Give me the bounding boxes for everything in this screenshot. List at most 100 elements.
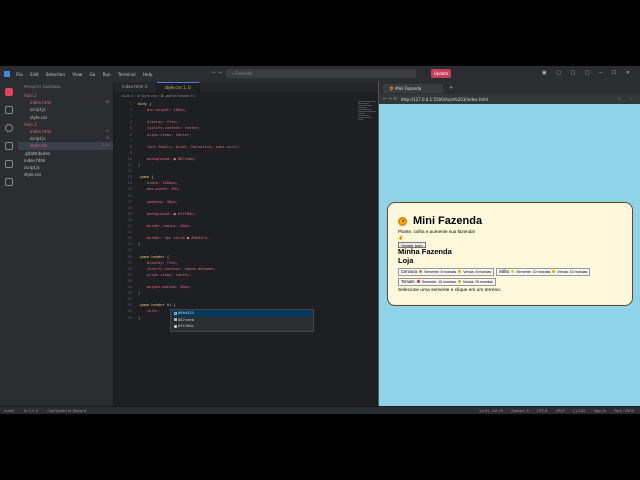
minimap[interactable] — [358, 100, 376, 160]
file-label: .gitattributes — [24, 150, 51, 156]
code-line[interactable]: 20 — [114, 218, 374, 224]
line-text: } — [138, 315, 141, 320]
menu-go[interactable]: Go — [90, 72, 96, 77]
browser-menu-icons[interactable]: ☆ ⋮ — [617, 97, 636, 102]
menu-file[interactable]: File — [16, 72, 23, 77]
url-field[interactable]: http://127.0.0.1:5500/Aula%203/index.htm… — [401, 97, 488, 102]
file-tree-item[interactable]: script.js U — [18, 135, 113, 142]
menu-terminal[interactable]: Terminal — [118, 72, 136, 77]
command-center-search[interactable]: ⌕ Fazenda — [226, 69, 416, 78]
search-icon[interactable] — [5, 106, 13, 114]
code-line[interactable]: 8 font-family: Arial, Helvetica, sans-se… — [114, 145, 374, 151]
branch-status[interactable]: main* — [4, 409, 15, 413]
breadcrumb[interactable]: Aula 3 › # style.css › ✿ .game-header h1 — [114, 92, 378, 100]
code-line[interactable]: 5 justify-content: center; — [114, 126, 374, 132]
code-line[interactable]: 17 padding: 30px; — [114, 200, 374, 206]
live-server-port[interactable]: Port : 5500 — [614, 409, 634, 413]
file-label: style.css — [30, 143, 48, 149]
forward-icon[interactable]: → — [388, 97, 392, 102]
code-line[interactable]: 15 max-width: 90%; — [114, 187, 374, 193]
code-line[interactable]: 21 border-radius: 20px; — [114, 224, 374, 230]
menu-run[interactable]: Run — [103, 72, 111, 77]
code-line[interactable]: 3 — [114, 114, 374, 120]
file-tree-item[interactable]: .gitattributes — [18, 150, 113, 157]
line-ending[interactable]: CRLF — [556, 409, 565, 413]
discord-status[interactable]: Connected to Discord — [47, 409, 86, 413]
line-text: min-height: 100vh; — [138, 108, 187, 113]
code-line[interactable]: 29 align-items: center; — [114, 273, 374, 279]
code-line[interactable]: 28 justify-content: space-between; — [114, 267, 374, 273]
code-line[interactable]: 22 — [114, 230, 374, 236]
code-line[interactable]: 31 margin-bottom: 30px; — [114, 285, 374, 291]
shop-item[interactable]: Cenoura Semente: 5 moedas Venda: 8 moedas — [398, 267, 495, 276]
code-line[interactable]: 25 — [114, 248, 374, 254]
cursor-position[interactable]: Ln 41, Col 15 — [479, 409, 503, 413]
code-line[interactable]: 27 display: flex; — [114, 261, 374, 267]
window-controls[interactable]: ▣ ▢ ▢ ▢ ─ ☐ ✕ — [542, 70, 634, 76]
code-line[interactable]: 2 min-height: 100vh; — [114, 108, 374, 114]
code-line[interactable]: 13 .game { — [114, 175, 374, 181]
line-number: 18 — [127, 205, 132, 210]
code-line[interactable]: 24} — [114, 242, 374, 248]
back-icon[interactable]: ← — [383, 97, 387, 102]
run-debug-icon[interactable] — [5, 142, 13, 150]
line-number: 7 — [129, 138, 132, 143]
line-number: 32 — [127, 291, 132, 296]
language-mode[interactable]: {} CSS — [573, 409, 586, 413]
file-tree-item[interactable]: style.css — [18, 171, 113, 178]
code-line[interactable]: 9 — [114, 151, 374, 157]
code-line[interactable]: 14 width: 1000px; — [114, 181, 374, 187]
code-line[interactable]: 10 background: ■ #87ceeb; — [114, 157, 374, 163]
reload-icon[interactable]: ↻ — [393, 97, 397, 102]
code-line[interactable]: 33 — [114, 297, 374, 303]
file-tree-item[interactable]: index.html M — [18, 99, 113, 106]
code-line[interactable]: 4 display: flex; — [114, 120, 374, 126]
code-line[interactable]: 26 .game-header { — [114, 255, 374, 261]
update-button[interactable]: Update — [431, 69, 451, 78]
line-text: background: ■ #fff8dc; — [138, 211, 196, 216]
code-line[interactable]: 11} — [114, 163, 374, 169]
shop-item[interactable]: Milho Semente: 10 moedas Venda: 15 moedas — [496, 267, 591, 276]
explorer-icon[interactable] — [5, 88, 13, 96]
browser-tab[interactable]: 🌻 Mini Fazenda — [383, 83, 443, 93]
code-editor[interactable]: 1 body {2 min-height: 100vh; 3 4 display: f… — [114, 100, 378, 400]
tab-index-html[interactable]: index.html U — [114, 82, 157, 92]
code-line[interactable]: 6 align-items: center; — [114, 133, 374, 139]
code-line[interactable]: 19 background: ■ #fff8dc; — [114, 212, 374, 218]
seed-price: Semente: 5 moedas — [424, 269, 457, 274]
new-tab-icon[interactable]: + — [449, 85, 453, 91]
file-tree-item[interactable]: index.html — [18, 157, 113, 164]
menu-view[interactable]: View — [72, 72, 82, 77]
code-line[interactable]: 7 — [114, 139, 374, 145]
code-line[interactable]: 30 — [114, 279, 374, 285]
menu-help[interactable]: Help — [143, 72, 153, 77]
indentation[interactable]: Spaces: 4 — [511, 409, 528, 413]
file-label: index.html — [30, 100, 52, 106]
file-tree-item[interactable]: style.css — [18, 114, 113, 121]
code-line[interactable]: 1 body { — [114, 102, 374, 108]
encoding[interactable]: UTF-8 — [537, 409, 547, 413]
code-line[interactable]: 18 — [114, 206, 374, 212]
file-tree-item[interactable]: Aula 3 — [18, 121, 113, 128]
code-line[interactable]: 32} — [114, 291, 374, 297]
file-tree-item[interactable]: script.js — [18, 164, 113, 171]
shop-item[interactable]: Tomate Semente: 15 moedas Venda: 25 moedas — [398, 277, 496, 286]
menu-selection[interactable]: Selection — [46, 72, 65, 77]
tab-style-css[interactable]: style.css 1, U — [156, 82, 201, 92]
file-tree-item[interactable]: Aula 2 — [18, 92, 113, 99]
nav-arrows-icon[interactable]: ← → — [212, 70, 222, 76]
code-line[interactable]: 23 border: 3px solid ■ #6b4423; — [114, 236, 374, 242]
autocomplete-popup[interactable]: #6b4423 #87ceeb #fff8dc — [170, 309, 314, 332]
remote-explorer-icon[interactable] — [5, 178, 13, 186]
file-tree-item[interactable]: script.js — [18, 106, 113, 113]
file-tree-item[interactable]: index.html U — [18, 128, 113, 135]
extensions-icon[interactable] — [5, 160, 13, 168]
code-line[interactable]: 16 — [114, 194, 374, 200]
problems-status[interactable]: ⊗ 1 ⚠ 0 — [24, 409, 38, 413]
menu-edit[interactable]: Edit — [30, 72, 38, 77]
file-tree-item[interactable]: style.css 1, U — [18, 142, 113, 150]
code-line[interactable]: 12 — [114, 169, 374, 175]
source-control-icon[interactable] — [5, 124, 13, 132]
sign-in[interactable]: Sign In — [594, 409, 606, 413]
suggestion-item[interactable]: #fff8dc — [171, 323, 313, 330]
